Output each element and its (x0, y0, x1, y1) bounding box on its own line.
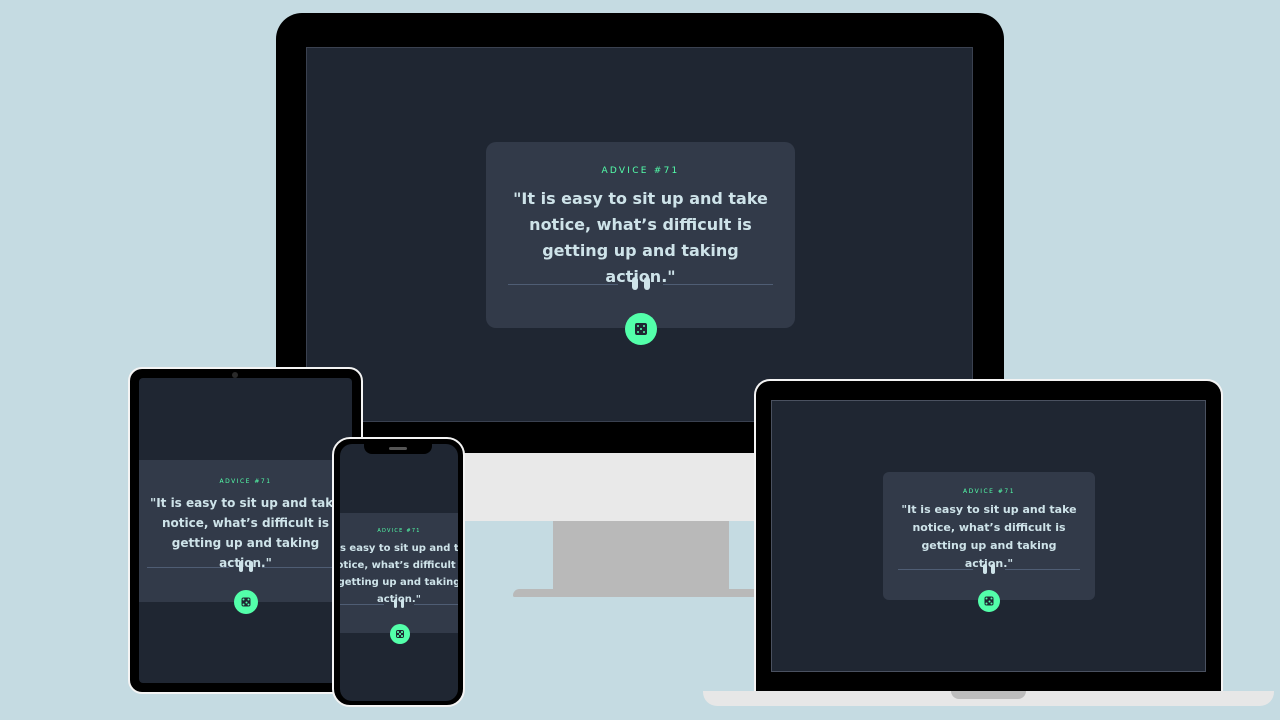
pause-icon (983, 564, 995, 574)
dice-icon (241, 597, 251, 607)
card-divider (340, 599, 458, 608)
monitor-screen: ADVICE #71 "It is easy to sit up and tak… (306, 47, 973, 422)
card-divider (486, 277, 795, 290)
dice-icon (984, 596, 994, 606)
advice-quote: "It is easy to sit up and take notice, w… (340, 543, 458, 605)
dice-icon (396, 630, 404, 638)
pause-icon (394, 599, 404, 608)
card-divider (139, 561, 352, 572)
dice-button[interactable] (390, 624, 410, 644)
advice-quote: "It is easy to sit up and take notice, w… (901, 503, 1077, 570)
dice-button[interactable] (234, 590, 258, 614)
monitor-stand-neck (553, 521, 729, 591)
advice-number: ADVICE #71 (377, 528, 421, 534)
advice-number: ADVICE #71 (219, 478, 272, 485)
card-divider (883, 564, 1095, 574)
phone-screen: ADVICE #71 "It is easy to sit up and tak… (340, 444, 458, 701)
advice-number: ADVICE #71 (601, 166, 680, 176)
advice-card: ADVICE #71 "It is easy to sit up and tak… (340, 513, 458, 633)
advice-card: ADVICE #71 "It is easy to sit up and tak… (486, 142, 795, 328)
dice-button[interactable] (625, 313, 657, 345)
laptop-screen: ADVICE #71 "It is easy to sit up and tak… (771, 400, 1206, 672)
phone-speaker (389, 447, 407, 450)
advice-number: ADVICE #71 (962, 488, 1016, 495)
pause-icon (631, 277, 650, 290)
advice-card: ADVICE #71 "It is easy to sit up and tak… (883, 472, 1095, 600)
advice-quote: "It is easy to sit up and take notice, w… (513, 189, 768, 286)
pause-icon (238, 561, 253, 572)
tablet-screen: ADVICE #71 "It is easy to sit up and tak… (139, 378, 352, 683)
advice-card: ADVICE #71 "It is easy to sit up and tak… (139, 460, 352, 602)
laptop-hinge-notch (951, 691, 1026, 699)
monitor-stand-base (513, 589, 769, 597)
dice-icon (635, 323, 647, 335)
dice-button[interactable] (978, 590, 1000, 612)
